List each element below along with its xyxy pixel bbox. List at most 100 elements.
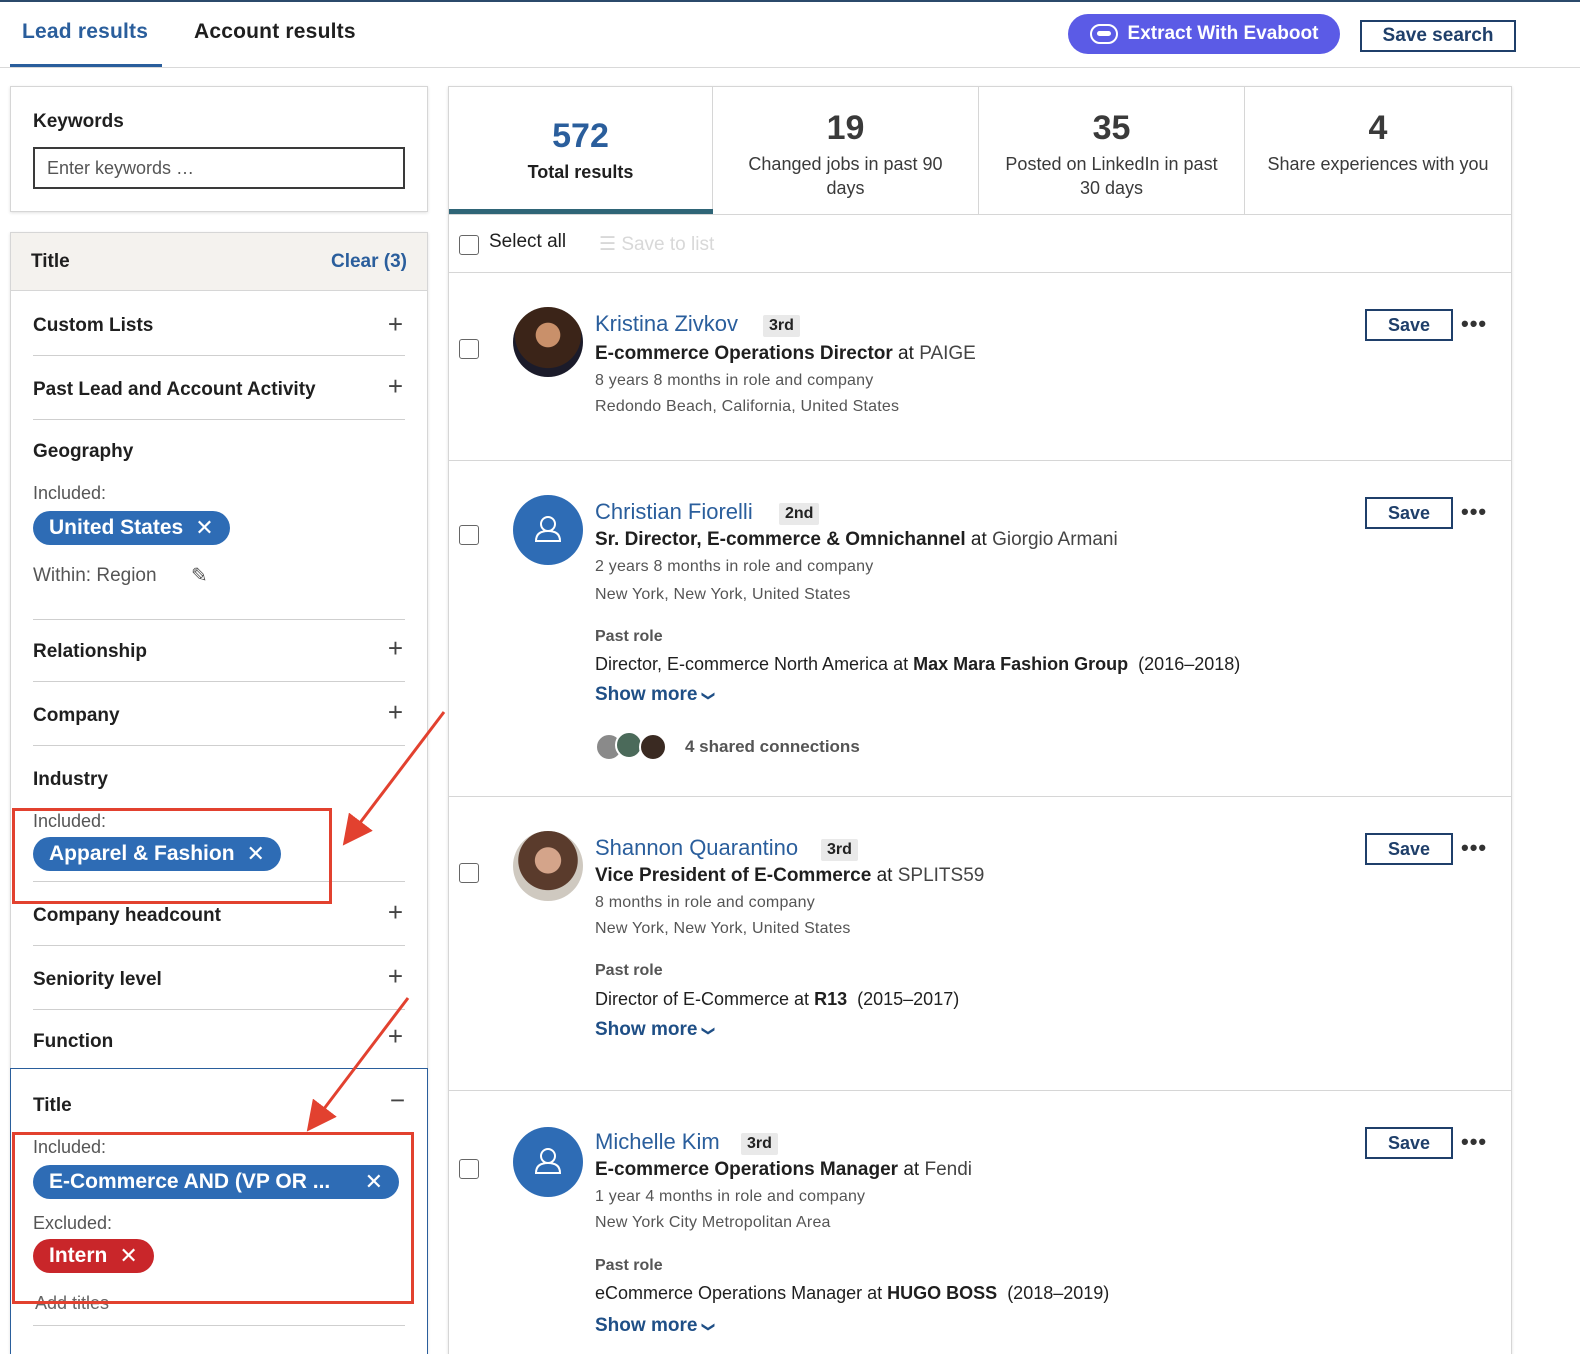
clear-filters-button[interactable]: Clear (3): [331, 251, 407, 273]
at-text: at: [898, 343, 914, 364]
past-role-label: Past role: [595, 628, 663, 645]
stat-label: Total results: [527, 162, 634, 182]
remove-icon[interactable]: ✕: [195, 515, 213, 541]
save-to-list-button[interactable]: ☰ Save to list: [599, 233, 714, 256]
stat-label: Changed jobs in past 90 days: [748, 154, 943, 198]
extract-evaboot-button[interactable]: Extract With Evaboot: [1068, 14, 1340, 54]
divider: [33, 681, 405, 682]
title-text: E-commerce Operations Director: [595, 343, 893, 364]
geo-pill-united-states[interactable]: United States ✕: [33, 511, 230, 545]
lead-save-button[interactable]: Save: [1365, 1127, 1453, 1159]
industry-pill-apparel-fashion[interactable]: Apparel & Fashion ✕: [33, 837, 281, 871]
lead-name[interactable]: Kristina Zivkov: [595, 311, 738, 337]
past-company[interactable]: Max Mara Fashion Group: [913, 654, 1128, 674]
divider: [33, 945, 405, 946]
lead-name[interactable]: Shannon Quarantino: [595, 835, 798, 861]
minus-icon[interactable]: −: [390, 1085, 405, 1116]
lead-location: Redondo Beach, California, United States: [595, 398, 900, 415]
stat-posted-linkedin[interactable]: 35 Posted on LinkedIn in past 30 days: [979, 87, 1245, 215]
plus-icon[interactable]: +: [388, 963, 403, 989]
past-title: Director of E-Commerce at: [595, 989, 810, 1009]
remove-icon[interactable]: ✕: [247, 841, 265, 867]
select-all-checkbox[interactable]: [459, 235, 479, 255]
active-tab-indicator: [10, 64, 162, 67]
filter-label: Industry: [33, 769, 108, 790]
lead-checkbox[interactable]: [459, 863, 479, 883]
lead-checkbox[interactable]: [459, 339, 479, 359]
active-stat-indicator: [449, 209, 713, 214]
pill-label: United States: [49, 516, 184, 539]
past-company[interactable]: HUGO BOSS: [887, 1283, 997, 1303]
plus-icon[interactable]: +: [388, 699, 403, 725]
save-search-button[interactable]: Save search: [1360, 20, 1516, 52]
lead-location: New York, New York, United States: [595, 586, 851, 603]
show-more-link[interactable]: Show more ❯: [595, 1315, 716, 1337]
avatar[interactable]: [513, 831, 583, 901]
plus-icon[interactable]: +: [388, 373, 403, 399]
lead-save-button[interactable]: Save: [1365, 833, 1453, 865]
plus-icon[interactable]: +: [388, 1023, 403, 1049]
more-options-icon[interactable]: •••: [1461, 311, 1487, 337]
plus-icon[interactable]: +: [388, 899, 403, 925]
shared-connections[interactable]: 4 shared connections: [685, 737, 860, 757]
show-more-link[interactable]: Show more ❯: [595, 684, 717, 706]
filters-header: Title Clear (3): [11, 233, 427, 291]
filter-title-label: Title: [33, 1095, 72, 1116]
filter-label: Past Lead and Account Activity: [33, 379, 316, 400]
show-more-link[interactable]: Show more ❯: [595, 1019, 716, 1041]
company-link[interactable]: Giorgio Armani: [992, 529, 1118, 550]
divider: [33, 355, 405, 356]
tab-lead-results[interactable]: Lead results: [22, 20, 148, 44]
title-pill-included[interactable]: E-Commerce AND (VP OR ... ✕: [33, 1165, 399, 1199]
lead-checkbox[interactable]: [459, 525, 479, 545]
lead-name[interactable]: Michelle Kim: [595, 1129, 720, 1155]
stat-number: 4: [1368, 109, 1388, 147]
lead-location: New York, New York, United States: [595, 920, 851, 937]
remove-icon[interactable]: ✕: [119, 1243, 137, 1269]
company-link[interactable]: Fendi: [924, 1159, 972, 1180]
title-pill-excluded-intern[interactable]: Intern ✕: [33, 1239, 154, 1273]
lead-tenure: 8 months in role and company: [595, 894, 815, 911]
more-options-icon[interactable]: •••: [1461, 499, 1487, 525]
avatar[interactable]: [513, 1127, 583, 1197]
add-titles-input[interactable]: Add titles: [35, 1293, 109, 1314]
at-text: at: [876, 865, 893, 886]
plus-icon[interactable]: +: [388, 311, 403, 337]
pencil-icon[interactable]: ✎: [191, 563, 208, 588]
past-company[interactable]: R13: [814, 989, 847, 1009]
keywords-input[interactable]: [33, 147, 405, 189]
lead-checkbox[interactable]: [459, 1159, 479, 1179]
top-bar: Lead results Account results Extract Wit…: [0, 0, 1580, 68]
stat-changed-jobs[interactable]: 19 Changed jobs in past 90 days: [713, 87, 979, 215]
stat-share-experiences[interactable]: 4 Share experiences with you: [1245, 87, 1511, 215]
lead-location: New York City Metropolitan Area: [595, 1214, 831, 1231]
remove-icon[interactable]: ✕: [365, 1169, 383, 1195]
lead-tenure: 8 years 8 months in role and company: [595, 372, 874, 389]
lead-save-button[interactable]: Save: [1365, 497, 1453, 529]
person-placeholder-icon: [534, 1148, 562, 1174]
filter-title-expanded: Title − Included: E-Commerce AND (VP OR …: [10, 1068, 428, 1354]
stat-total-results[interactable]: 572 Total results: [449, 87, 713, 215]
lead-save-button[interactable]: Save: [1365, 309, 1453, 341]
avatar[interactable]: [513, 495, 583, 565]
more-options-icon[interactable]: •••: [1461, 1129, 1487, 1155]
filter-label: Geography: [33, 441, 134, 462]
plus-icon[interactable]: +: [388, 635, 403, 661]
tab-account-results[interactable]: Account results: [194, 20, 356, 44]
lead-name[interactable]: Christian Fiorelli: [595, 499, 753, 525]
avatar[interactable]: [513, 307, 583, 377]
more-options-icon[interactable]: •••: [1461, 835, 1487, 861]
filter-label: Company: [33, 705, 120, 726]
title-included-label: Included:: [33, 1137, 107, 1157]
connection-avatar[interactable]: [639, 733, 667, 761]
company-link[interactable]: SPLITS59: [898, 865, 985, 886]
company-link[interactable]: PAIGE: [919, 343, 976, 364]
industry-included-label: Included:: [33, 811, 107, 831]
at-text: at: [903, 1159, 920, 1180]
geo-within-label: Within: Region: [33, 565, 157, 586]
select-all-label[interactable]: Select all: [489, 231, 566, 253]
lead-title: E-commerce Operations Manager at Fendi: [595, 1159, 972, 1181]
show-more-label: Show more: [595, 684, 698, 705]
chevron-down-icon: ❯: [701, 690, 717, 702]
degree-badge: 3rd: [821, 839, 858, 861]
